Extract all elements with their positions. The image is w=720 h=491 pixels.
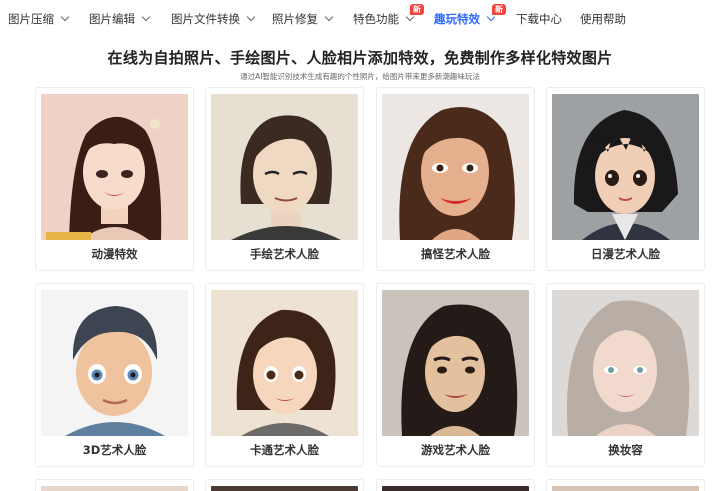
nav-item-label: 图片文件转换 — [171, 12, 240, 26]
nav-item-download-center[interactable]: 下载中心 — [516, 11, 562, 27]
portrait-image — [382, 94, 529, 240]
new-badge: 新 — [410, 4, 424, 15]
effect-card-japanese-anime[interactable]: 日漫艺术人脸 — [546, 87, 705, 271]
effect-card-hand-drawn[interactable]: 手绘艺术人脸 — [205, 87, 364, 271]
portrait-image — [211, 94, 358, 240]
portrait-image — [211, 290, 358, 436]
nav-item-label: 照片修复 — [272, 12, 318, 26]
effect-label: 动漫特效 — [91, 247, 138, 261]
portrait-image — [552, 290, 699, 436]
nav-item-help[interactable]: 使用帮助 — [580, 11, 626, 27]
effect-card-cartoon[interactable]: 卡通艺术人脸 — [205, 283, 364, 467]
effect-card-funny[interactable]: 搞怪艺术人脸 — [376, 87, 535, 271]
chevron-down-icon — [141, 12, 151, 22]
page-subtitle: 通过AI智能识别技术生成有趣的个性照片，给图片带来更多新潮趣味玩法 — [240, 72, 480, 81]
nav-item-label: 使用帮助 — [580, 12, 626, 26]
portrait-image — [211, 486, 358, 491]
effect-card-partial[interactable] — [376, 479, 535, 491]
effect-card-partial[interactable] — [205, 479, 364, 491]
effect-card-game[interactable]: 游戏艺术人脸 — [376, 283, 535, 467]
effect-label: 游戏艺术人脸 — [421, 443, 490, 457]
portrait-image — [41, 290, 188, 436]
effect-card-anime[interactable]: 动漫特效 — [35, 87, 194, 271]
top-nav: 图片压缩 图片编辑 图片文件转换 照片修复 特色功能 新 趣玩特效 新 下载中心… — [0, 0, 720, 38]
effect-label: 手绘艺术人脸 — [250, 247, 319, 261]
effect-label: 日漫艺术人脸 — [591, 247, 660, 261]
portrait-image — [41, 94, 188, 240]
effect-label: 搞怪艺术人脸 — [421, 247, 490, 261]
effect-card-3d[interactable]: 3D艺术人脸 — [35, 283, 194, 467]
chevron-down-icon — [246, 12, 256, 22]
chevron-down-icon — [324, 12, 334, 22]
nav-item-label: 特色功能 — [353, 12, 399, 26]
nav-item-file-convert[interactable]: 图片文件转换 — [171, 11, 256, 27]
effect-card-makeup[interactable]: 换妆容 — [546, 283, 705, 467]
portrait-image — [41, 486, 188, 491]
effect-card-partial[interactable] — [546, 479, 705, 491]
chevron-down-icon — [60, 12, 70, 22]
portrait-image — [382, 486, 529, 491]
nav-item-photo-repair[interactable]: 照片修复 — [272, 11, 334, 27]
effect-card-partial[interactable] — [35, 479, 194, 491]
nav-item-label: 趣玩特效 — [434, 12, 480, 26]
nav-item-image-edit[interactable]: 图片编辑 — [89, 11, 151, 27]
nav-item-label: 图片压缩 — [8, 12, 54, 26]
nav-item-label: 下载中心 — [516, 12, 562, 26]
effect-label: 换妆容 — [608, 443, 643, 457]
nav-item-image-compress[interactable]: 图片压缩 — [8, 11, 70, 27]
portrait-image — [382, 290, 529, 436]
effect-label: 卡通艺术人脸 — [250, 443, 319, 457]
new-badge: 新 — [492, 4, 506, 15]
nav-item-featured[interactable]: 特色功能 新 — [353, 4, 424, 27]
portrait-image — [552, 486, 699, 491]
effect-label: 3D艺术人脸 — [82, 443, 147, 457]
page-title: 在线为自拍照片、手绘图片、人脸相片添加特效，免费制作多样化特效图片 — [107, 49, 613, 67]
nav-item-label: 图片编辑 — [89, 12, 135, 26]
nav-item-fun-effects[interactable]: 趣玩特效 新 — [434, 4, 506, 27]
portrait-image — [552, 94, 699, 240]
